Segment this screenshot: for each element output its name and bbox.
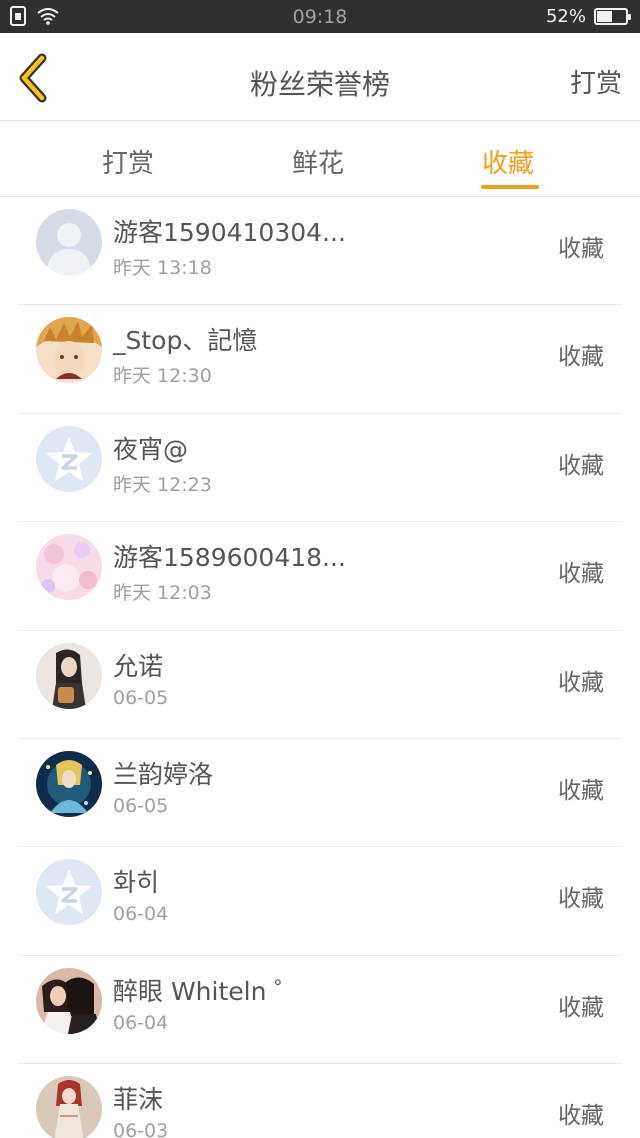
avatar <box>36 750 102 817</box>
active-tab-indicator <box>481 185 539 189</box>
tab-flowers[interactable]: 鲜花 <box>292 143 344 180</box>
red-hair-anime-icon <box>36 1076 102 1138</box>
reward-button[interactable]: 打赏 <box>570 63 622 100</box>
avatar <box>36 317 102 384</box>
action-tag: 收藏 <box>558 1103 604 1130</box>
battery-percent: 52% <box>545 6 586 27</box>
fan-time: 06-03 <box>113 1120 169 1138</box>
action-tag: 收藏 <box>558 452 604 479</box>
fan-name: 菲沫 <box>113 1085 164 1115</box>
fan-name: 游客1589600418... <box>113 543 346 573</box>
tab-bar: 打赏 鲜花 收藏 <box>0 121 640 197</box>
fan-time: 06-04 <box>113 1011 169 1034</box>
fan-name: 游客1590410304... <box>113 218 346 247</box>
list-item[interactable]: 菲沫 06-03 收藏 <box>0 1064 640 1138</box>
list-item[interactable]: 醉眼 Whiteln ゜ 06-04 收藏 <box>0 956 640 1065</box>
pink-floral-icon <box>36 534 102 601</box>
list-item[interactable]: 夜宵@ 昨天 12:23 收藏 <box>0 414 640 523</box>
couple-photo-icon <box>36 967 102 1034</box>
fan-time: 昨天 12:30 <box>113 365 212 388</box>
fan-name: 醉眼 Whiteln ゜ <box>113 976 300 1006</box>
fan-time: 06-04 <box>113 903 169 926</box>
fan-name: 允诺 <box>113 651 164 681</box>
fan-time: 昨天 12:03 <box>113 582 212 605</box>
tab-reward[interactable]: 打赏 <box>102 143 154 180</box>
action-tag: 收藏 <box>558 236 604 262</box>
list-item[interactable]: 允诺 06-05 收藏 <box>0 631 640 740</box>
qq-zone-star-icon <box>36 859 102 926</box>
action-tag: 收藏 <box>558 994 604 1021</box>
avatar <box>36 209 102 275</box>
fan-time: 昨天 13:18 <box>113 257 212 279</box>
action-tag: 收藏 <box>558 669 604 696</box>
nav-header: 粉丝荣誉榜 打赏 <box>0 33 640 121</box>
status-icons-right: 52% <box>545 6 631 27</box>
avatar <box>36 642 102 709</box>
fan-list: 游客1590410304... 昨天 13:18 收藏 _Stop、記憶 昨天 … <box>0 197 640 1138</box>
list-item[interactable]: 兰韵婷洛 06-05 收藏 <box>0 739 640 848</box>
list-item[interactable]: 화히 06-04 收藏 <box>0 847 640 957</box>
list-item[interactable]: 游客1589600418... 昨天 12:03 收藏 <box>0 522 640 631</box>
battery-icon <box>594 8 631 25</box>
list-item[interactable]: 游客1590410304... 昨天 13:18 收藏 <box>0 197 640 306</box>
list-item[interactable]: _Stop、記憶 昨天 12:30 收藏 <box>0 305 640 415</box>
qq-zone-star-icon <box>36 425 102 492</box>
avatar <box>36 1076 102 1138</box>
status-time: 09:18 <box>292 6 348 28</box>
action-tag: 收藏 <box>558 777 604 804</box>
girl-photo-icon <box>36 642 102 709</box>
fan-time: 06-05 <box>113 686 169 709</box>
avatar <box>36 425 102 492</box>
fan-name: _Stop、記憶 <box>113 326 258 356</box>
fan-name: 夜宵@ <box>113 434 189 464</box>
avatar <box>36 859 102 926</box>
avatar <box>36 967 102 1034</box>
anime-boy-icon <box>36 317 102 384</box>
action-tag: 收藏 <box>558 561 604 588</box>
avatar <box>36 534 102 601</box>
fantasy-art-icon <box>36 750 102 817</box>
fan-time: 06-05 <box>113 794 169 817</box>
battery-level-fill <box>597 11 612 22</box>
page-title: 粉丝荣誉榜 <box>249 68 390 101</box>
fan-name: 兰韵婷洛 <box>113 759 214 789</box>
fan-name: 화히 <box>113 868 160 898</box>
default-person-icon <box>36 209 102 275</box>
action-tag: 收藏 <box>558 886 604 913</box>
action-tag: 收藏 <box>558 344 604 371</box>
tab-favorites[interactable]: 收藏 <box>482 143 534 180</box>
fan-time: 昨天 12:23 <box>113 473 212 496</box>
status-bar: 09:18 52% <box>0 0 640 33</box>
